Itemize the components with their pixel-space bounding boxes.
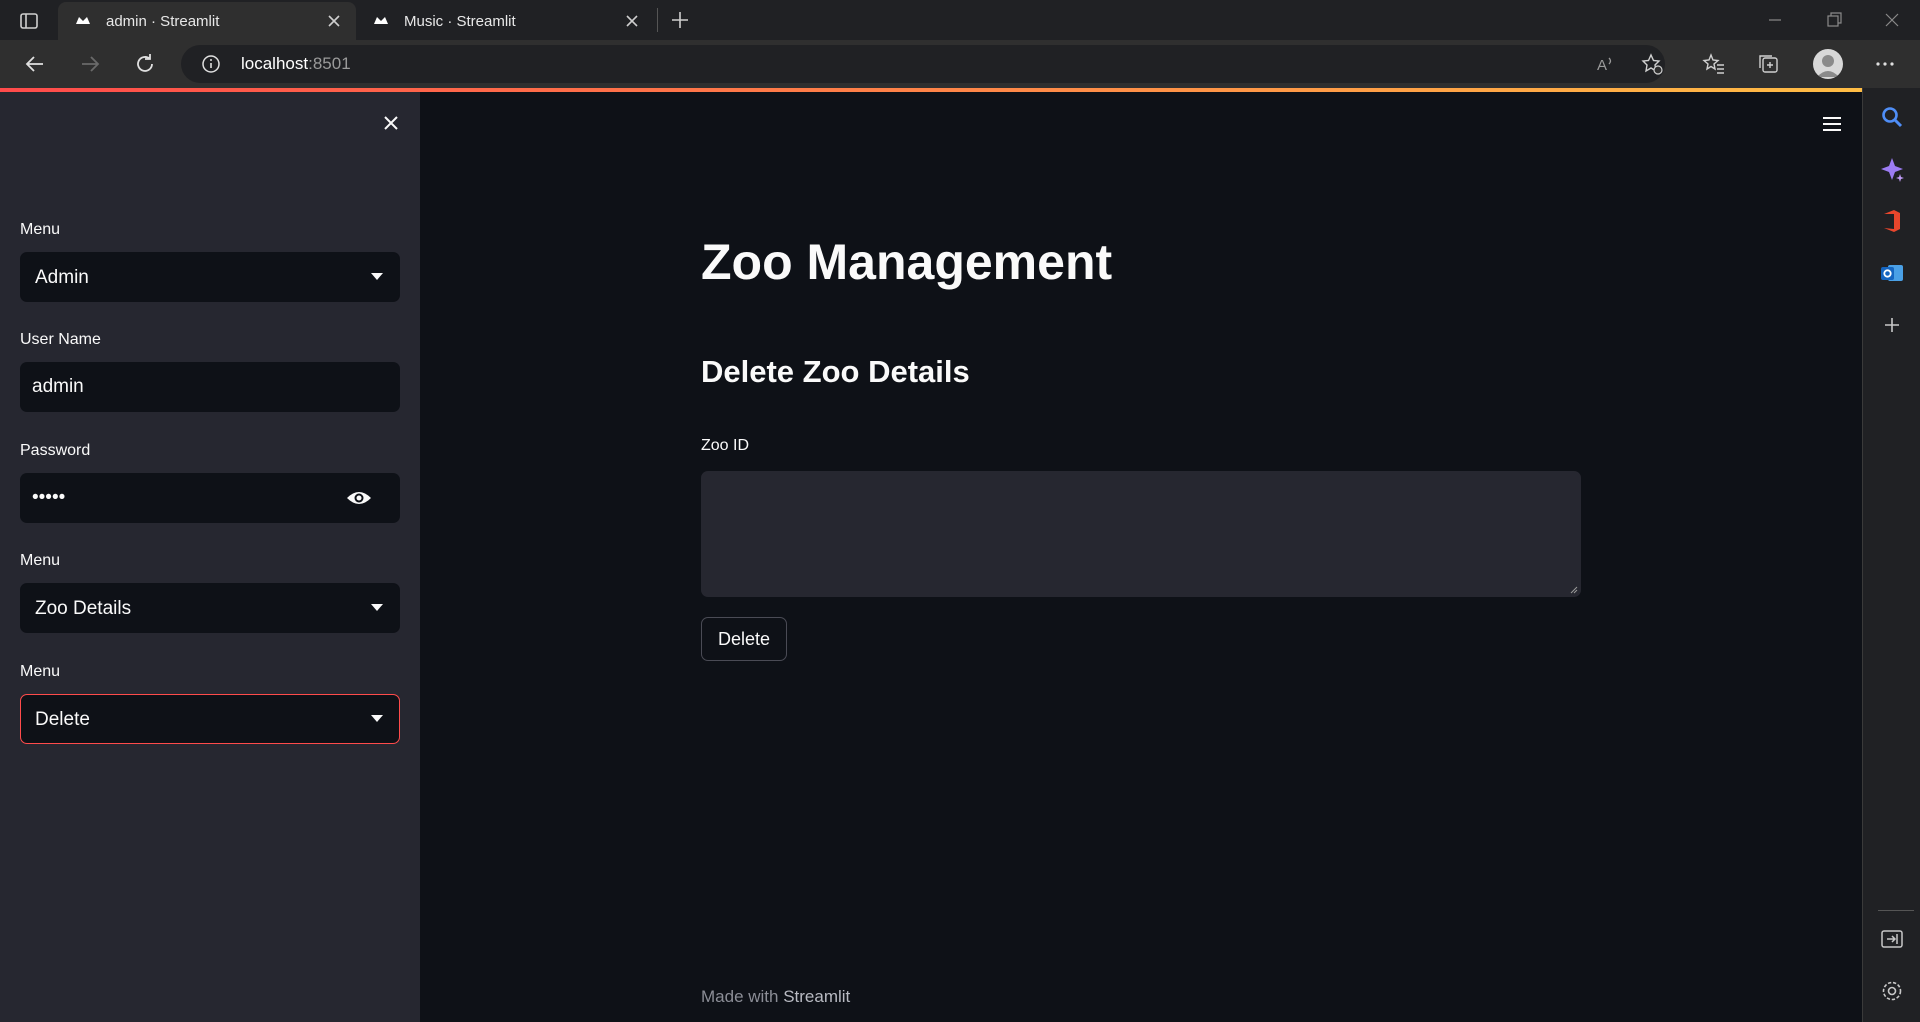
url-port: :8501 — [308, 54, 351, 73]
tab-music[interactable]: Music · Streamlit — [356, 2, 654, 40]
collections-icon[interactable] — [1757, 52, 1781, 76]
footer-streamlit-link[interactable]: Streamlit — [783, 987, 850, 1006]
read-aloud-icon[interactable]: A — [1594, 52, 1618, 76]
password-label: Password — [20, 442, 91, 459]
menu-select-action[interactable]: Delete — [20, 694, 400, 744]
password-input[interactable]: ••••• — [20, 473, 400, 523]
footer: Made with Streamlit — [701, 987, 850, 1007]
back-icon[interactable] — [21, 50, 49, 78]
svg-text:A: A — [1597, 57, 1607, 74]
tab-title: Music · Streamlit — [404, 12, 516, 30]
zoo-id-textarea[interactable] — [701, 471, 1581, 597]
browser-toolbar: localhost:8501 A — [0, 40, 1920, 88]
main-content: Zoo Management Delete Zoo Details Zoo ID… — [420, 92, 1862, 1022]
hamburger-menu-icon[interactable] — [1820, 112, 1844, 136]
dropdown-arrow-icon — [371, 273, 383, 280]
close-window-icon[interactable] — [1880, 8, 1904, 32]
section-subheader: Delete Zoo Details — [701, 354, 970, 389]
username-value: admin — [32, 376, 84, 397]
menu-select-role[interactable]: Admin — [20, 252, 400, 302]
streamlit-app: Menu Admin User Name admin Password ••••… — [0, 88, 1862, 1022]
streamlit-favicon-icon — [374, 17, 388, 24]
delete-button[interactable]: Delete — [701, 617, 787, 661]
add-app-icon[interactable] — [1879, 312, 1905, 338]
more-options-icon[interactable] — [1873, 52, 1897, 76]
browser-tab-bar: admin · Streamlit Music · Streamlit — [0, 0, 1920, 40]
profile-avatar[interactable] — [1813, 49, 1843, 79]
office-icon[interactable] — [1879, 208, 1905, 234]
sidebar: Menu Admin User Name admin Password ••••… — [0, 92, 420, 1022]
select-value: Zoo Details — [35, 598, 132, 619]
forward-icon[interactable] — [76, 50, 104, 78]
site-info-icon[interactable] — [201, 54, 221, 74]
add-favorite-icon[interactable] — [1640, 52, 1664, 76]
password-value: ••••• — [32, 487, 66, 508]
close-tab-icon[interactable] — [622, 11, 642, 31]
zoo-id-label: Zoo ID — [701, 437, 750, 454]
tab-title: admin · Streamlit — [106, 12, 220, 30]
url-text: localhost:8501 — [241, 54, 351, 74]
page-title: Zoo Management — [701, 234, 1113, 290]
tab-actions-icon[interactable] — [18, 10, 40, 32]
dropdown-arrow-icon — [371, 715, 383, 722]
select-value: Admin — [35, 267, 89, 288]
tab-separator — [657, 8, 658, 32]
menu-label: Menu — [20, 552, 61, 569]
username-label: User Name — [20, 331, 101, 348]
url-host: localhost — [241, 54, 309, 73]
refresh-icon[interactable] — [131, 50, 159, 78]
tab-admin[interactable]: admin · Streamlit — [58, 2, 356, 40]
copilot-icon[interactable] — [1879, 156, 1905, 182]
streamlit-favicon-icon — [76, 17, 90, 24]
show-password-icon[interactable] — [346, 487, 372, 509]
menu-label: Menu — [20, 663, 61, 680]
hide-sidebar-icon[interactable] — [1879, 926, 1905, 952]
username-input[interactable]: admin — [20, 362, 400, 412]
settings-gear-icon[interactable] — [1879, 978, 1905, 1004]
select-value: Delete — [35, 709, 90, 730]
resize-grip-icon[interactable] — [1568, 584, 1578, 594]
profile-icon — [1817, 55, 1839, 77]
close-tab-icon[interactable] — [324, 11, 344, 31]
outlook-icon[interactable] — [1879, 260, 1905, 286]
restore-icon[interactable] — [1822, 8, 1846, 32]
search-icon[interactable] — [1879, 104, 1905, 130]
new-tab-icon[interactable] — [668, 8, 692, 32]
dropdown-arrow-icon — [371, 604, 383, 611]
favorites-icon[interactable] — [1702, 52, 1726, 76]
footer-text: Made with — [701, 987, 784, 1006]
menu-select-section[interactable]: Zoo Details — [20, 583, 400, 633]
minimize-icon[interactable] — [1763, 8, 1787, 32]
edge-sidebar — [1862, 88, 1920, 1022]
address-bar[interactable]: localhost:8501 — [181, 45, 1665, 83]
close-sidebar-icon[interactable] — [378, 110, 404, 136]
menu-label: Menu — [20, 221, 61, 238]
sidepane-divider — [1878, 910, 1914, 911]
